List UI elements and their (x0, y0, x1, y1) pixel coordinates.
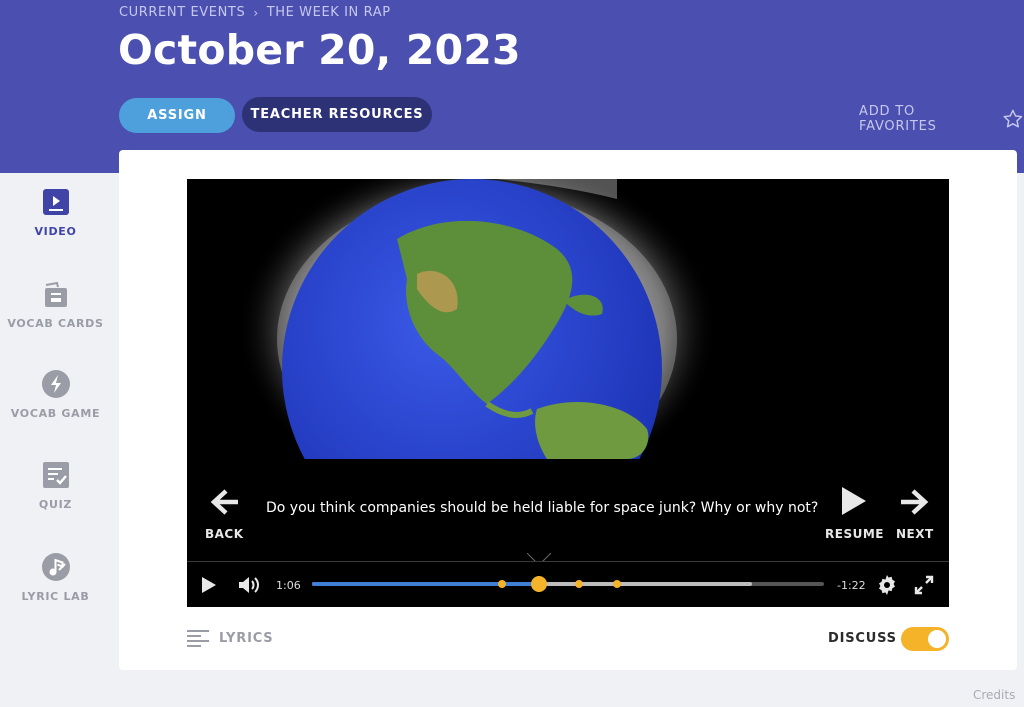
question-marker[interactable] (497, 580, 506, 588)
breadcrumb: CURRENT EVENTS › THE WEEK IN RAP (119, 5, 391, 20)
video-frame-earth[interactable] (187, 179, 949, 459)
assign-button[interactable]: ASSIGN (119, 98, 235, 133)
sidebar-item-label: VOCAB CARDS (7, 317, 104, 330)
back-label: BACK (205, 527, 244, 541)
teacher-resources-button[interactable]: TEACHER RESOURCES (242, 97, 432, 132)
add-to-favorites-label: ADD TO FAVORITES (859, 104, 937, 134)
star-icon (1003, 109, 1023, 128)
lyrics-label: LYRICS (219, 630, 274, 646)
question-marker[interactable] (574, 580, 583, 588)
scrub-handle[interactable] (531, 576, 548, 592)
sidebar-item-label: VOCAB GAME (10, 407, 101, 420)
elapsed-time: 1:06 (276, 578, 301, 592)
sidebar-item-label: VIDEO (34, 225, 77, 238)
discussion-overlay: BACK Do you think companies should be he… (187, 459, 949, 561)
lyrics-button[interactable]: LYRICS (187, 629, 273, 647)
lines-icon (187, 630, 209, 647)
sidebar-item-vocab-game[interactable]: VOCAB GAME (0, 369, 111, 420)
sidebar-item-video[interactable]: VIDEO (0, 187, 111, 238)
play-button[interactable] (201, 562, 217, 607)
sidebar-item-vocab-cards[interactable]: VOCAB CARDS (0, 279, 111, 330)
sidebar-item-label: QUIZ (38, 498, 73, 511)
credits-link[interactable]: Credits (973, 688, 1015, 702)
page-title: October 20, 2023 (118, 26, 521, 74)
arrow-right-icon (900, 489, 929, 515)
resume-label: RESUME (825, 527, 884, 541)
question-marker[interactable] (613, 580, 622, 588)
arrow-left-icon (210, 489, 239, 515)
sidebar-item-lyric-lab[interactable]: LYRIC LAB (0, 552, 111, 603)
video-controls: 1:06 -1:22 (187, 561, 949, 607)
quiz-icon (41, 460, 71, 490)
volume-button[interactable] (238, 562, 260, 607)
resume-button[interactable]: RESUME (825, 485, 884, 541)
breadcrumb-separator: › (253, 5, 259, 20)
music-note-icon (41, 552, 71, 582)
play-icon (842, 487, 867, 515)
breadcrumb-item-current-events[interactable]: CURRENT EVENTS (119, 5, 245, 20)
sidebar-item-quiz[interactable]: QUIZ (0, 460, 111, 511)
play-icon (202, 577, 216, 593)
next-label: NEXT (896, 527, 934, 541)
vocab-cards-icon (41, 279, 71, 309)
gear-icon (879, 575, 895, 595)
discussion-question: Do you think companies should be held li… (266, 500, 819, 516)
discuss-label: DISCUSS (828, 631, 897, 646)
remaining-time: -1:22 (837, 578, 866, 592)
next-button[interactable]: NEXT (896, 487, 934, 541)
toggle-thumb (928, 630, 946, 648)
fullscreen-icon (914, 575, 934, 595)
video-icon (41, 187, 71, 217)
add-to-favorites-button[interactable]: ADD TO FAVORITES (859, 104, 1024, 134)
sidebar-item-label: LYRIC LAB (21, 590, 90, 603)
progress-bar[interactable] (312, 576, 824, 592)
volume-icon (239, 577, 259, 593)
breadcrumb-item-week-in-rap[interactable]: THE WEEK IN RAP (267, 5, 391, 20)
video-player[interactable]: BACK Do you think companies should be he… (187, 179, 949, 607)
fullscreen-button[interactable] (914, 562, 934, 607)
discuss-toggle[interactable] (901, 627, 949, 651)
settings-button[interactable] (877, 562, 897, 607)
back-button[interactable]: BACK (205, 487, 244, 541)
lightning-icon (41, 369, 71, 399)
